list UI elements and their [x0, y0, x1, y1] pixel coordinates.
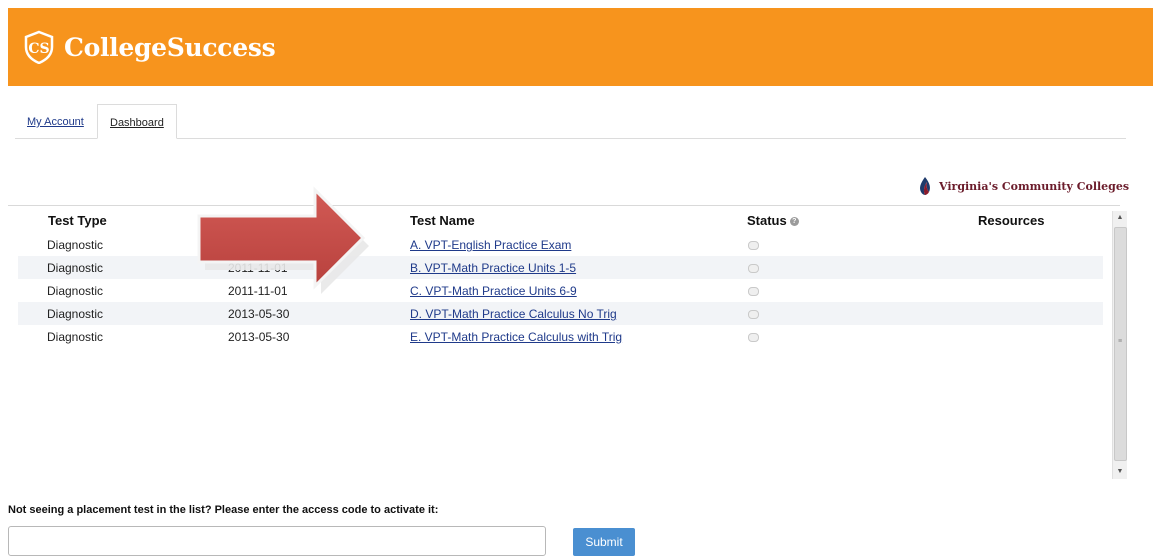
header-test-type: Test Type — [48, 213, 107, 228]
status-pending-icon — [748, 310, 759, 319]
header-status-label: Status — [747, 213, 787, 228]
scroll-up-icon[interactable]: ▲ — [1113, 211, 1127, 225]
test-name-link[interactable]: D. VPT-Math Practice Calculus No Trig — [410, 307, 617, 321]
flame-logo-icon — [920, 177, 930, 195]
access-code-prompt: Not seeing a placement test in the list?… — [8, 504, 439, 516]
header-test-name: Test Name — [410, 213, 475, 228]
test-name-link[interactable]: A. VPT-English Practice Exam — [410, 238, 571, 252]
cell-test-type: Diagnostic — [47, 307, 104, 321]
grip-icon: ≡ — [1118, 338, 1123, 345]
svg-text:CS: CS — [28, 41, 49, 57]
header-resources: Resources — [978, 213, 1045, 228]
cell-test-type: Diagnostic — [47, 330, 104, 344]
cell-test-type: Diagnostic — [47, 284, 104, 298]
tab-bar: My Account Dashboard — [15, 104, 1126, 139]
cell-test-type: Diagnostic — [47, 238, 104, 252]
tab-my-account[interactable]: My Account — [15, 104, 96, 137]
tab-dashboard[interactable]: Dashboard — [97, 104, 177, 139]
table-row: Diagnostic 2011-11-01 C. VPT-Math Practi… — [18, 279, 1103, 302]
submit-button[interactable]: Submit — [573, 528, 635, 556]
help-icon[interactable]: ? — [789, 217, 799, 227]
scroll-thumb[interactable]: ≡ — [1114, 227, 1127, 461]
partner-name: Virginia's Community Colleges — [939, 179, 1130, 193]
cell-date: 2013-05-30 — [228, 307, 290, 321]
status-pending-icon — [748, 287, 759, 296]
table-row: Diagnostic 2011-11-01 A. VPT-English Pra… — [18, 233, 1103, 256]
test-name-link[interactable]: C. VPT-Math Practice Units 6-9 — [410, 284, 577, 298]
scroll-down-icon[interactable]: ▼ — [1113, 465, 1127, 479]
header-banner: CS CollegeSuccess — [8, 8, 1153, 86]
access-code-input[interactable] — [8, 526, 546, 556]
arrow-right-icon — [197, 186, 369, 294]
header-status: Status? — [747, 213, 799, 228]
table-row: Diagnostic 2011-11-01 B. VPT-Math Practi… — [18, 256, 1103, 279]
status-pending-icon — [748, 241, 759, 250]
table-row: Diagnostic 2013-05-30 E. VPT-Math Practi… — [18, 325, 1103, 348]
status-pending-icon — [748, 264, 759, 273]
partner-logo: Virginia's Community Colleges — [918, 176, 1129, 196]
shield-logo-icon: CS — [24, 30, 54, 64]
table-row: Diagnostic 2013-05-30 D. VPT-Math Practi… — [18, 302, 1103, 325]
app-name: CollegeSuccess — [64, 32, 276, 62]
test-name-link[interactable]: E. VPT-Math Practice Calculus with Trig — [410, 330, 622, 344]
cell-date: 2013-05-30 — [228, 330, 290, 344]
status-pending-icon — [748, 333, 759, 342]
table-header: Test Type Test Name Status? Resources — [8, 206, 1104, 230]
app-logo[interactable]: CS CollegeSuccess — [22, 30, 276, 64]
tests-table: Test Type Test Name Status? Resources Di… — [8, 205, 1127, 479]
table-scrollbar[interactable]: ▲ ≡ ▼ — [1112, 211, 1127, 479]
cell-test-type: Diagnostic — [47, 261, 104, 275]
test-name-link[interactable]: B. VPT-Math Practice Units 1-5 — [410, 261, 576, 275]
